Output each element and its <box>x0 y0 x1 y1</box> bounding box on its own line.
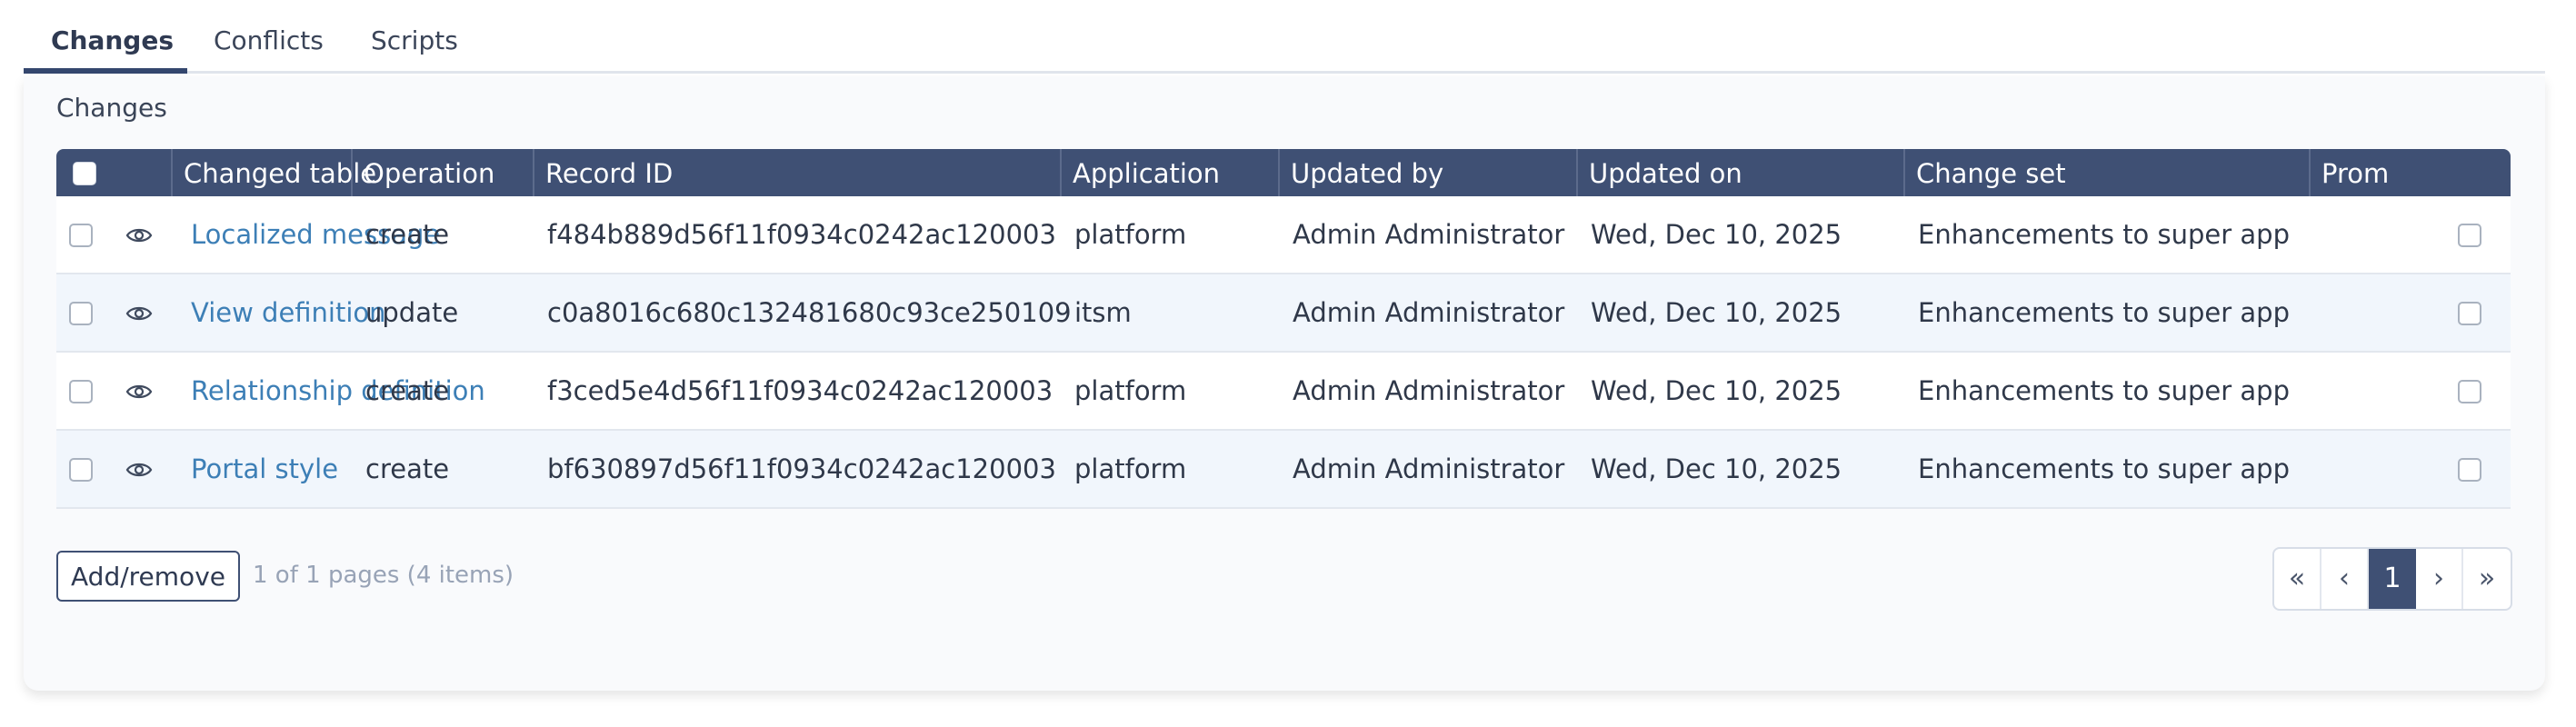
updated-by-cell: Admin Administrator <box>1293 219 1565 250</box>
operation-cell: create <box>365 453 450 484</box>
updated-by-cell: Admin Administrator <box>1293 375 1565 406</box>
row-checkbox[interactable] <box>69 302 93 325</box>
active-tab-indicator <box>24 68 187 74</box>
change-set-cell: Enhancements to super app <box>1918 297 2290 328</box>
change-set-cell: Enhancements to super app <box>1918 453 2290 484</box>
table-row: Relationship definition create f3ced5e4d… <box>56 353 2511 431</box>
column-header-record-id[interactable]: Record ID <box>534 149 1062 196</box>
operation-cell: create <box>365 219 450 250</box>
select-all-checkbox[interactable] <box>73 162 96 185</box>
record-id-cell: f3ced5e4d56f11f0934c0242ac120003 <box>547 375 1053 406</box>
last-page-button[interactable]: » <box>2463 549 2511 609</box>
pagination-control: « ‹ 1 › » <box>2272 547 2512 611</box>
operation-cell: create <box>365 375 450 406</box>
changed-table-link[interactable]: Portal style <box>191 431 338 507</box>
column-header-changed-table[interactable]: Changed table <box>171 149 376 196</box>
record-id-cell: c0a8016c680c132481680c93ce250109 <box>547 297 1072 328</box>
table-row: Portal style create bf630897d56f11f0934c… <box>56 431 2511 509</box>
column-header-updated-on[interactable]: Updated on <box>1578 149 1905 196</box>
record-id-cell: bf630897d56f11f0934c0242ac120003 <box>547 453 1056 484</box>
operation-cell: update <box>365 297 459 328</box>
application-cell: platform <box>1074 219 1187 250</box>
change-set-cell: Enhancements to super app <box>1918 219 2290 250</box>
table-row: View definition update c0a8016c680c13248… <box>56 274 2511 353</box>
application-cell: itsm <box>1074 297 1132 328</box>
first-page-button[interactable]: « <box>2274 549 2321 609</box>
column-header-change-set[interactable]: Change set <box>1905 149 2311 196</box>
changes-table: Changed table Operation Record ID Applic… <box>56 149 2511 536</box>
tab-scripts[interactable]: Scripts <box>371 0 458 75</box>
tab-changes[interactable]: Changes <box>51 0 174 75</box>
promote-checkbox[interactable] <box>2458 224 2481 247</box>
prev-page-button[interactable]: ‹ <box>2321 549 2369 609</box>
updated-on-cell: Wed, Dec 10, 2025 <box>1591 219 1842 250</box>
table-row: Localized message create f484b889d56f11f… <box>56 196 2511 274</box>
eye-icon[interactable] <box>125 225 153 245</box>
tab-bar: Changes Conflicts Scripts <box>24 0 2545 76</box>
updated-by-cell: Admin Administrator <box>1293 297 1565 328</box>
updated-on-cell: Wed, Dec 10, 2025 <box>1591 375 1842 406</box>
column-header-updated-by[interactable]: Updated by <box>1280 149 1578 196</box>
changes-panel: Changes Changed table Operation Record I… <box>24 76 2545 691</box>
promote-checkbox[interactable] <box>2458 458 2481 482</box>
eye-icon[interactable] <box>125 304 153 324</box>
record-id-cell: f484b889d56f11f0934c0242ac120003 <box>547 219 1056 250</box>
change-set-cell: Enhancements to super app <box>1918 375 2290 406</box>
updated-on-cell: Wed, Dec 10, 2025 <box>1591 297 1842 328</box>
eye-icon[interactable] <box>125 382 153 402</box>
pagination-summary: 1 of 1 pages (4 items) <box>253 562 514 589</box>
tab-conflicts[interactable]: Conflicts <box>214 0 324 75</box>
changed-table-link[interactable]: View definition <box>191 274 386 351</box>
table-header: Changed table Operation Record ID Applic… <box>56 149 2511 196</box>
updated-on-cell: Wed, Dec 10, 2025 <box>1591 453 1842 484</box>
updated-by-cell: Admin Administrator <box>1293 453 1565 484</box>
add-remove-button[interactable]: Add/remove <box>56 551 240 602</box>
row-checkbox[interactable] <box>69 458 93 482</box>
column-header-application[interactable]: Application <box>1062 149 1280 196</box>
application-cell: platform <box>1074 453 1187 484</box>
tab-divider <box>187 71 2545 74</box>
row-checkbox[interactable] <box>69 380 93 403</box>
column-header-operation[interactable]: Operation <box>353 149 534 196</box>
next-page-button[interactable]: › <box>2416 549 2463 609</box>
page-1-button[interactable]: 1 <box>2369 549 2416 609</box>
promote-checkbox[interactable] <box>2458 380 2481 403</box>
section-title: Changes <box>56 93 167 123</box>
promote-checkbox[interactable] <box>2458 302 2481 325</box>
application-cell: platform <box>1074 375 1187 406</box>
eye-icon[interactable] <box>125 460 153 480</box>
column-header-promote[interactable]: Prom <box>2311 149 2511 196</box>
row-checkbox[interactable] <box>69 224 93 247</box>
